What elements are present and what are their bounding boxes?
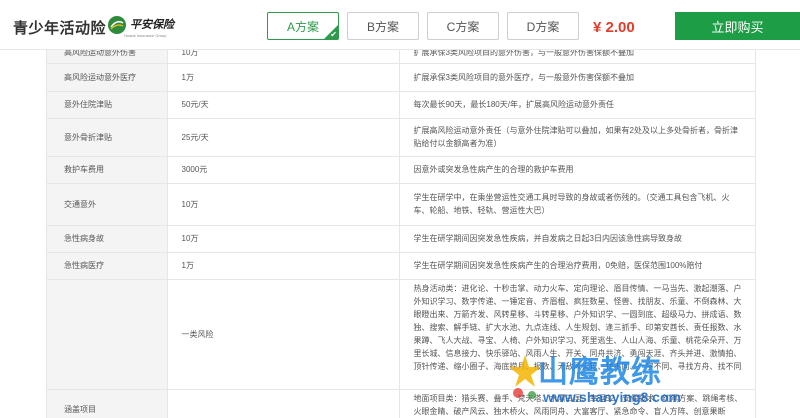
coverage-amount: 25元/天 [166, 118, 399, 157]
coverage-amount: 50元/天 [166, 91, 399, 119]
coverage-table-body: 高风险运动意外伤害 10万 扩展承保3类风险项目的意外伤害，与一般意外伤害保额不… [47, 50, 755, 418]
brand-subtitle: Huatai Insurance Group [124, 33, 167, 38]
plan-tab-c[interactable]: C方案 [427, 12, 499, 40]
coverage-amount: 1万 [166, 252, 399, 280]
coverage-amount [166, 389, 399, 418]
table-row: 交通意外 10万 学生在研学中，在乘坐营运性交通工具时导致的身故或者伤残的。（交… [47, 183, 755, 226]
coverage-amount: 10万 [166, 183, 399, 226]
brand-name: 平安保险 [130, 18, 174, 31]
table-row: 涵盖项目 地面项目类：猎头赛、叠手、梵天塔、水漂三国、幸运52、安保技术、红黑方… [47, 389, 755, 418]
check-icon: ✔ [330, 30, 337, 39]
plan-tab-a-label: A方案 [286, 19, 319, 34]
coverage-desc: 学生在研学期间因突发急性疾病，并自发病之日起3日内因该急性病导致身故 [398, 225, 755, 253]
table-row: 高风险运动意外伤害 10万 扩展承保3类风险项目的意外伤害，与一般意外伤害保额不… [47, 50, 755, 64]
coverage-desc: 学生在研学期间因突发急性疾病产生的合理治疗费用，0免赔，医保范围100%赔付 [398, 252, 755, 280]
table-row: 意外骨折津贴 25元/天 扩展高风险运动意外责任（与意外住院津贴可以叠加，如果有… [47, 118, 755, 157]
coverage-name: 急性病身故 [47, 225, 167, 253]
coverage-desc: 学生在研学中，在乘坐营运性交通工具时导致的身故或者伤残的。（交通工具包含飞机、火… [398, 183, 755, 226]
coverage-name [47, 279, 167, 390]
product-title: 青少年活动险 [13, 20, 107, 37]
plan-tab-b-label: B方案 [366, 19, 399, 34]
coverage-name: 意外住院津贴 [47, 91, 167, 119]
plan-tab-d-label: D方案 [526, 19, 560, 34]
coverage-desc: 热身活动类：进化论、十秒击掌、动力火车、定向理论、眉目传情、一马当先、激起潮落、… [398, 279, 755, 390]
top-bar: 青少年活动险 平安保险 Huatai Insurance Group A方案 ✔… [0, 0, 800, 50]
plan-tab-d[interactable]: D方案 [507, 12, 579, 40]
coverage-desc: 地面项目类：猎头赛、叠手、梵天塔、水漂三国、幸运52、安保技术、红黑方案、跳绳考… [398, 389, 755, 418]
plan-tab-c-label: C方案 [446, 19, 480, 34]
table-row: 急性病身故 10万 学生在研学期间因突发急性疾病，并自发病之日起3日内因该急性病… [47, 225, 755, 253]
table-row: 急性病医疗 1万 学生在研学期间因突发急性疾病产生的合理治疗费用，0免赔，医保范… [47, 252, 755, 280]
coverage-desc: 扩展高风险运动意外责任（与意外住院津贴可以叠加，如果有2处及以上多处骨折者，骨折… [398, 118, 755, 157]
coverage-amount: 10万 [166, 50, 399, 64]
coverage-desc: 因意外或突发急性病产生的合理的救护车费用 [398, 156, 755, 184]
coverage-desc: 扩展承保3类风险项目的意外医疗，与一般意外伤害保额不叠加 [398, 63, 755, 92]
coverage-amount: 10万 [166, 225, 399, 253]
coverage-name: 高风险运动意外医疗 [47, 63, 167, 92]
table-row: 意外住院津贴 50元/天 每次最长90天，最长180天/年，扩展高风险运动意外责… [47, 91, 755, 119]
coverage-name: 救护车费用 [47, 156, 167, 184]
brand-logo: 平安保险 [107, 15, 174, 35]
coverage-name: 交通意外 [47, 183, 167, 226]
price: ¥ 2.00 [593, 19, 635, 36]
coverage-name: 急性病医疗 [47, 252, 167, 280]
coverage-amount: 3000元 [166, 156, 399, 184]
coverage-name: 涵盖项目 [47, 389, 167, 418]
brand-leaf-icon [108, 16, 126, 34]
table-row: 救护车费用 3000元 因意外或突发急性病产生的合理的救护车费用 [47, 156, 755, 184]
coverage-desc: 每次最长90天，最长180天/年，扩展高风险运动意外责任 [398, 91, 755, 119]
buy-now-button[interactable]: 立即购买 [675, 12, 800, 40]
coverage-name: 高风险运动意外伤害 [47, 50, 167, 64]
plan-tab-b[interactable]: B方案 [347, 12, 419, 40]
table-row: 高风险运动意外医疗 1万 扩展承保3类风险项目的意外医疗，与一般意外伤害保额不叠… [47, 63, 755, 92]
coverage-table: 高风险运动意外伤害 10万 扩展承保3类风险项目的意外伤害，与一般意外伤害保额不… [46, 50, 756, 418]
plan-tab-a[interactable]: A方案 ✔ [267, 12, 339, 40]
coverage-desc: 扩展承保3类风险项目的意外伤害，与一般意外伤害保额不叠加 [398, 50, 755, 64]
coverage-amount: 一类风险 [166, 279, 399, 390]
coverage-amount: 1万 [166, 63, 399, 92]
coverage-name: 意外骨折津贴 [47, 118, 167, 157]
table-row: 一类风险 热身活动类：进化论、十秒击掌、动力火车、定向理论、眉目传情、一马当先、… [47, 279, 755, 390]
